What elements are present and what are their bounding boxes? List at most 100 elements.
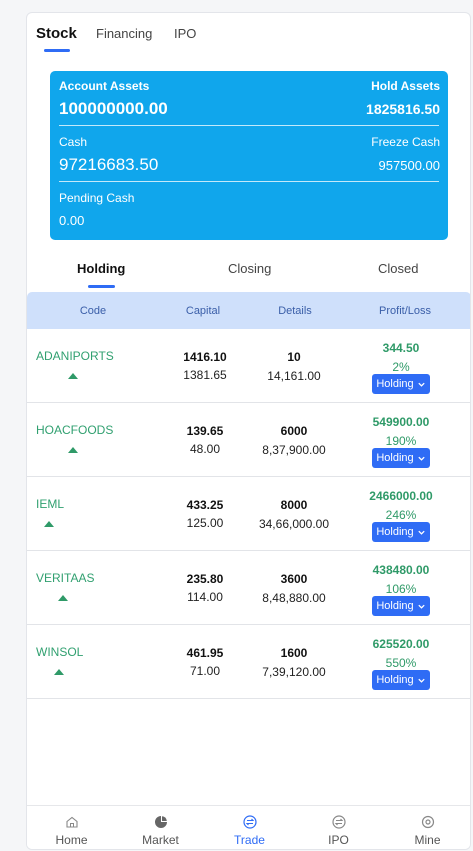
details-quantity: 6000 (280, 424, 308, 438)
nav-mine[interactable]: Mine (383, 806, 470, 849)
capital-buy: 114.00 (187, 590, 223, 604)
profit-value: 438480.00 (372, 563, 430, 577)
account-assets-value: 100000000.00 (59, 99, 168, 118)
capital-current: 461.95 (186, 646, 224, 660)
up-arrow-icon (44, 521, 54, 527)
pending-cash-value: 0.00 (59, 213, 85, 228)
nav-ipo-label: IPO (328, 833, 349, 847)
capital-current: 139.65 (186, 424, 224, 438)
holding-button-label: Holding (376, 452, 414, 464)
nav-market[interactable]: Market (116, 806, 205, 849)
home-icon (65, 816, 78, 828)
table-row[interactable]: VERITAAS 235.80 114.00 3600 8,48,880.00 … (27, 551, 470, 625)
freeze-cash-label: Freeze Cash (371, 135, 440, 149)
tab-ipo[interactable]: IPO (174, 26, 196, 41)
up-arrow-icon (68, 447, 78, 453)
holding-button-label: Holding (376, 378, 414, 390)
capital-current: 1416.10 (183, 350, 227, 364)
nav-trade[interactable]: Trade (205, 806, 294, 849)
position-tabs: Holding Closing Closed (27, 253, 470, 293)
stock-code[interactable]: WINSOL (36, 645, 83, 659)
stock-code[interactable]: IEML (36, 497, 64, 511)
tab-closed[interactable]: Closed (378, 261, 418, 276)
active-tab-indicator (44, 49, 70, 52)
profit-percent: 190% (385, 434, 417, 448)
table-row[interactable]: HOACFOODS 139.65 48.00 6000 8,37,900.00 … (27, 403, 470, 477)
header-code: Code (79, 305, 107, 317)
table-row[interactable]: IEML 433.25 125.00 8000 34,66,000.00 246… (27, 477, 470, 551)
details-amount: 14,161.00 (267, 369, 321, 383)
card-divider (59, 125, 439, 126)
details-amount: 8,37,900.00 (262, 443, 326, 457)
capital-buy: 125.00 (186, 516, 224, 530)
holding-dropdown-button[interactable]: Holding (372, 448, 430, 468)
exchange-icon (331, 815, 346, 829)
details-quantity: 8000 (280, 498, 308, 512)
capital-current: 235.80 (186, 572, 224, 586)
details-quantity: 10 (287, 350, 301, 364)
account-assets-label: Account Assets (59, 79, 150, 93)
profit-value: 549900.00 (372, 415, 430, 429)
up-arrow-icon (54, 669, 64, 675)
profit-percent: 106% (385, 582, 417, 596)
table-row[interactable]: WINSOL 461.95 71.00 1600 7,39,120.00 625… (27, 625, 470, 699)
hold-assets-label: Hold Assets (371, 79, 440, 93)
holding-dropdown-button[interactable]: Holding (372, 374, 430, 394)
bottom-navigation: Home Market Trade IPO Mine (27, 805, 470, 849)
capital-buy: 71.00 (189, 664, 221, 678)
details-quantity: 3600 (280, 572, 308, 586)
cash-label: Cash (59, 135, 88, 149)
app-frame: Stock Financing IPO Account Assets Hold … (26, 12, 471, 850)
nav-ipo[interactable]: IPO (294, 806, 383, 849)
top-tabs: Stock Financing IPO (27, 13, 470, 57)
freeze-cash-value: 957500.00 (378, 158, 440, 173)
tab-financing[interactable]: Financing (96, 26, 152, 41)
holding-list: ADANIPORTS 1416.10 1381.65 10 14,161.00 … (27, 329, 470, 699)
holding-button-label: Holding (376, 674, 414, 686)
header-profit-loss: Profit/Loss (379, 305, 431, 317)
active-subtab-indicator (88, 285, 115, 288)
profit-percent: 550% (385, 656, 417, 670)
chevron-down-icon (418, 678, 425, 683)
stock-code[interactable]: VERITAAS (36, 571, 94, 585)
exchange-icon (242, 815, 257, 829)
profit-value: 625520.00 (372, 637, 430, 651)
cash-value: 97216683.50 (59, 155, 159, 174)
tab-closing[interactable]: Closing (228, 261, 271, 276)
holding-button-label: Holding (376, 526, 414, 538)
nav-home-label: Home (55, 833, 88, 847)
table-header: Code Capital Details Profit/Loss (27, 292, 470, 329)
holding-dropdown-button[interactable]: Holding (372, 596, 430, 616)
nav-market-label: Market (142, 833, 179, 847)
chevron-down-icon (418, 604, 425, 609)
nav-home[interactable]: Home (27, 806, 116, 849)
profit-percent: 2% (392, 360, 410, 374)
capital-buy: 1381.65 (183, 368, 227, 382)
chevron-down-icon (418, 530, 425, 535)
table-row[interactable]: ADANIPORTS 1416.10 1381.65 10 14,161.00 … (27, 329, 470, 403)
capital-current: 433.25 (186, 498, 224, 512)
details-amount: 34,66,000.00 (258, 517, 330, 531)
account-summary-card: Account Assets Hold Assets 100000000.00 … (50, 71, 448, 240)
nav-trade-label: Trade (234, 833, 265, 847)
pie-chart-icon (154, 816, 167, 828)
card-divider (59, 181, 439, 182)
stock-code[interactable]: HOACFOODS (36, 423, 113, 437)
header-details: Details (278, 305, 312, 317)
chevron-down-icon (418, 382, 425, 387)
details-quantity: 1600 (280, 646, 308, 660)
tab-stock[interactable]: Stock (36, 25, 77, 42)
up-arrow-icon (58, 595, 68, 601)
settings-icon (421, 815, 434, 829)
details-amount: 8,48,880.00 (262, 591, 326, 605)
hold-assets-value: 1825816.50 (366, 101, 440, 117)
up-arrow-icon (68, 373, 78, 379)
stock-code[interactable]: ADANIPORTS (36, 349, 114, 363)
capital-buy: 48.00 (189, 442, 221, 456)
holding-dropdown-button[interactable]: Holding (372, 670, 430, 690)
tab-holding[interactable]: Holding (77, 261, 125, 276)
holding-dropdown-button[interactable]: Holding (372, 522, 430, 542)
pending-cash-label: Pending Cash (59, 191, 135, 205)
profit-value: 2466000.00 (369, 489, 433, 503)
details-amount: 7,39,120.00 (262, 665, 326, 679)
